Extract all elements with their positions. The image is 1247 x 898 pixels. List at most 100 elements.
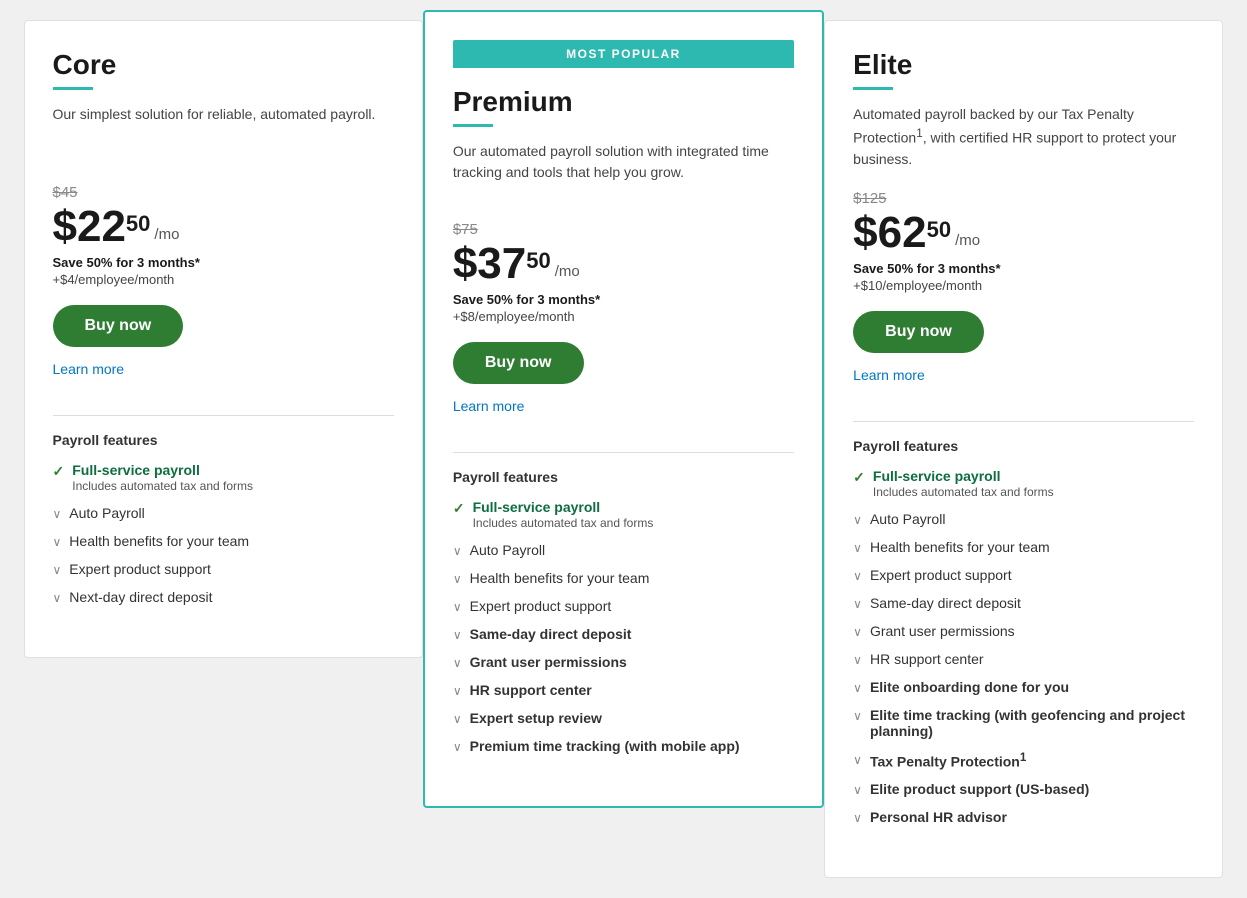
core-feature-0-sub: Includes automated tax and forms xyxy=(72,479,253,493)
chevron-icon-p4: ∨ xyxy=(453,628,462,642)
elite-feature-10-label: Elite product support (US-based) xyxy=(870,781,1089,797)
core-price-per-mo: /mo xyxy=(154,226,179,243)
premium-feature-0-label: Full-service payroll xyxy=(473,499,654,515)
premium-price-cents: 50 xyxy=(526,248,550,274)
core-per-employee: +$4/employee/month xyxy=(53,272,394,287)
check-icon-0: ✓ xyxy=(53,463,65,480)
premium-features-list: ✓ Full-service payroll Includes automate… xyxy=(453,499,794,754)
core-feature-2-label: Health benefits for your team xyxy=(69,533,249,549)
elite-feature-7-label: Elite onboarding done for you xyxy=(870,679,1069,695)
premium-feature-2-label: Health benefits for your team xyxy=(470,570,650,586)
chevron-icon-e2: ∨ xyxy=(853,541,862,555)
chevron-icon-e11: ∨ xyxy=(853,811,862,825)
elite-feature-7: ∨ Elite onboarding done for you xyxy=(853,679,1194,695)
elite-price-cents: 50 xyxy=(927,217,951,243)
premium-original-price: $75 xyxy=(453,221,794,238)
chevron-icon-e4: ∨ xyxy=(853,597,862,611)
premium-save-text: Save 50% for 3 months* xyxy=(453,292,794,307)
elite-plan-description: Automated payroll backed by our Tax Pena… xyxy=(853,104,1194,170)
chevron-icon-2: ∨ xyxy=(53,535,62,549)
elite-feature-5-label: Grant user permissions xyxy=(870,623,1015,639)
premium-learn-more-link[interactable]: Learn more xyxy=(453,398,525,414)
core-buy-now-button[interactable]: Buy now xyxy=(53,305,184,347)
elite-feature-9-label: Tax Penalty Protection1 xyxy=(870,751,1026,770)
core-section-divider xyxy=(53,415,394,416)
chevron-icon-3: ∨ xyxy=(53,563,62,577)
check-icon-e0: ✓ xyxy=(853,469,865,486)
premium-feature-8-label: Premium time tracking (with mobile app) xyxy=(470,738,740,754)
premium-feature-0-sub: Includes automated tax and forms xyxy=(473,516,654,530)
chevron-icon-4: ∨ xyxy=(53,591,62,605)
elite-feature-9: ∨ Tax Penalty Protection1 xyxy=(853,751,1194,770)
elite-feature-2-label: Health benefits for your team xyxy=(870,539,1050,555)
core-feature-0-label: Full-service payroll xyxy=(72,462,253,478)
premium-feature-1-label: Auto Payroll xyxy=(470,542,545,558)
premium-per-employee: +$8/employee/month xyxy=(453,309,794,324)
core-feature-3-label: Expert product support xyxy=(69,561,211,577)
core-features-list: ✓ Full-service payroll Includes automate… xyxy=(53,462,394,605)
elite-save-text: Save 50% for 3 months* xyxy=(853,261,1194,276)
elite-buy-now-button[interactable]: Buy now xyxy=(853,311,984,353)
elite-feature-6-label: HR support center xyxy=(870,651,984,667)
premium-feature-4: ∨ Same-day direct deposit xyxy=(453,626,794,642)
elite-feature-11-label: Personal HR advisor xyxy=(870,809,1007,825)
chevron-icon-e6: ∨ xyxy=(853,653,862,667)
chevron-icon-e8: ∨ xyxy=(853,709,862,723)
premium-feature-6-label: HR support center xyxy=(470,682,592,698)
core-features-heading: Payroll features xyxy=(53,432,394,448)
elite-feature-10: ∨ Elite product support (US-based) xyxy=(853,781,1194,797)
chevron-icon-e10: ∨ xyxy=(853,783,862,797)
elite-features-heading: Payroll features xyxy=(853,438,1194,454)
elite-feature-3: ∨ Expert product support xyxy=(853,567,1194,583)
core-original-price: $45 xyxy=(53,184,394,201)
core-plan-name: Core xyxy=(53,49,394,81)
chevron-icon-e9: ∨ xyxy=(853,753,862,767)
core-feature-4-label: Next-day direct deposit xyxy=(69,589,212,605)
core-price-main: $22 xyxy=(53,205,126,249)
premium-feature-6: ∨ HR support center xyxy=(453,682,794,698)
elite-per-employee: +$10/employee/month xyxy=(853,278,1194,293)
elite-original-price: $125 xyxy=(853,190,1194,207)
elite-feature-6: ∨ HR support center xyxy=(853,651,1194,667)
chevron-icon-e5: ∨ xyxy=(853,625,862,639)
core-plan-divider xyxy=(53,87,93,90)
premium-plan-description: Our automated payroll solution with inte… xyxy=(453,141,794,201)
elite-feature-0-label: Full-service payroll xyxy=(873,468,1054,484)
elite-plan-divider xyxy=(853,87,893,90)
chevron-icon-1: ∨ xyxy=(53,507,62,521)
premium-price-per-mo: /mo xyxy=(555,263,580,280)
premium-feature-4-label: Same-day direct deposit xyxy=(470,626,632,642)
chevron-icon-p6: ∨ xyxy=(453,684,462,698)
chevron-icon-p2: ∨ xyxy=(453,572,462,586)
premium-feature-5-label: Grant user permissions xyxy=(470,654,627,670)
elite-feature-0: ✓ Full-service payroll Includes automate… xyxy=(853,468,1194,499)
elite-feature-3-label: Expert product support xyxy=(870,567,1012,583)
chevron-icon-e3: ∨ xyxy=(853,569,862,583)
core-price-cents: 50 xyxy=(126,211,150,237)
core-feature-1: ∨ Auto Payroll xyxy=(53,505,394,521)
premium-section-divider xyxy=(453,452,794,453)
core-learn-more-link[interactable]: Learn more xyxy=(53,361,125,377)
chevron-icon-p8: ∨ xyxy=(453,740,462,754)
core-feature-1-label: Auto Payroll xyxy=(69,505,144,521)
premium-feature-3-label: Expert product support xyxy=(470,598,612,614)
elite-feature-8: ∨ Elite time tracking (with geofencing a… xyxy=(853,707,1194,739)
chevron-icon-p3: ∨ xyxy=(453,600,462,614)
elite-feature-4: ∨ Same-day direct deposit xyxy=(853,595,1194,611)
most-popular-banner: MOST POPULAR xyxy=(453,40,794,68)
premium-feature-7-label: Expert setup review xyxy=(470,710,602,726)
elite-features-list: ✓ Full-service payroll Includes automate… xyxy=(853,468,1194,826)
premium-feature-7: ∨ Expert setup review xyxy=(453,710,794,726)
premium-price-main: $37 xyxy=(453,242,526,286)
premium-feature-3: ∨ Expert product support xyxy=(453,598,794,614)
check-icon-p0: ✓ xyxy=(453,500,465,517)
premium-features-heading: Payroll features xyxy=(453,469,794,485)
premium-buy-now-button[interactable]: Buy now xyxy=(453,342,584,384)
elite-feature-11: ∨ Personal HR advisor xyxy=(853,809,1194,825)
pricing-container: Core Our simplest solution for reliable,… xyxy=(24,20,1224,878)
elite-feature-2: ∨ Health benefits for your team xyxy=(853,539,1194,555)
chevron-icon-e1: ∨ xyxy=(853,513,862,527)
elite-price-row: $62 50 /mo xyxy=(853,211,1194,255)
elite-learn-more-link[interactable]: Learn more xyxy=(853,367,925,383)
elite-feature-5: ∨ Grant user permissions xyxy=(853,623,1194,639)
